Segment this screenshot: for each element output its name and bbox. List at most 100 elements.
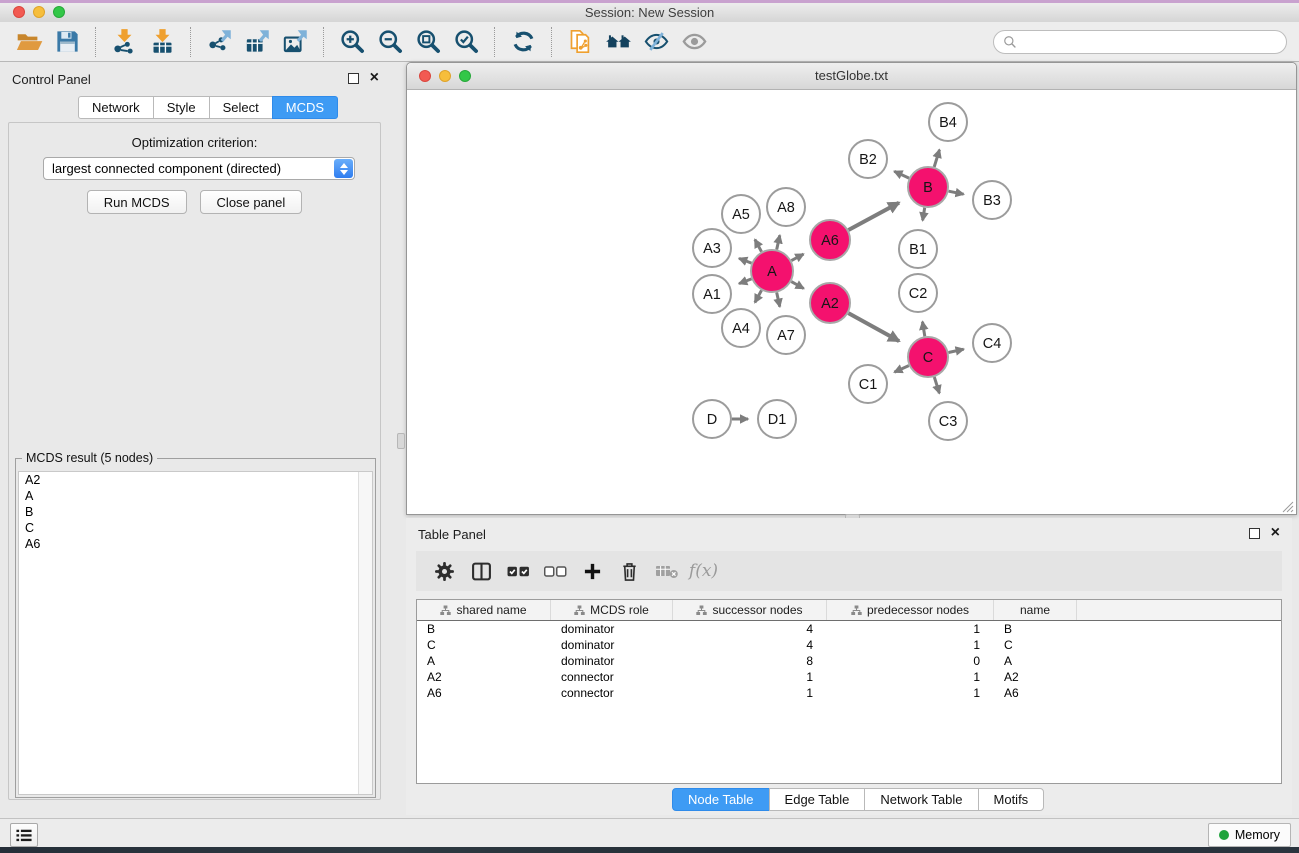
open-session-button[interactable] xyxy=(10,25,48,59)
mcds-result-item[interactable]: A xyxy=(19,488,372,504)
table-row[interactable]: Adominator80A xyxy=(417,653,1281,669)
table-settings-button[interactable] xyxy=(426,556,463,586)
cell-predecessor-nodes[interactable]: 1 xyxy=(827,669,994,685)
tab-select[interactable]: Select xyxy=(209,96,273,119)
network-canvas[interactable]: B4B2BB3A5A8A6A3B1AA1C2A2A4A7C4CC1C3DD1 xyxy=(407,90,1296,515)
cell-name[interactable]: B xyxy=(994,621,1077,637)
close-window-button[interactable] xyxy=(419,70,431,82)
export-image-button[interactable] xyxy=(276,25,314,59)
tab-motifs[interactable]: Motifs xyxy=(978,788,1045,811)
network-graph[interactable]: B4B2BB3A5A8A6A3B1AA1C2A2A4A7C4CC1C3DD1 xyxy=(407,90,1295,514)
cell-mcds-role[interactable]: connector xyxy=(551,669,673,685)
search-field[interactable] xyxy=(993,30,1287,54)
graph-edge-A-A8[interactable] xyxy=(777,235,780,249)
graph-node-A8[interactable]: A8 xyxy=(767,188,805,226)
vertical-split-handle[interactable] xyxy=(397,433,405,449)
tab-style[interactable]: Style xyxy=(153,96,210,119)
tab-edge-table[interactable]: Edge Table xyxy=(769,788,866,811)
graph-node-A5[interactable]: A5 xyxy=(722,195,760,233)
mcds-result-item[interactable]: A6 xyxy=(19,536,372,552)
cell-successor-nodes[interactable]: 1 xyxy=(673,685,827,701)
table-row[interactable]: A2connector11A2 xyxy=(417,669,1281,685)
graph-edge-A-A5[interactable] xyxy=(755,240,762,252)
cell-mcds-role[interactable]: dominator xyxy=(551,637,673,653)
deselect-all-columns-button[interactable] xyxy=(537,556,574,586)
export-table-button[interactable] xyxy=(238,25,276,59)
graph-edge-A-A1[interactable] xyxy=(739,279,751,284)
graph-node-D1[interactable]: D1 xyxy=(758,400,796,438)
close-panel-button-2[interactable]: Close panel xyxy=(200,190,303,214)
graph-edge-A-A3[interactable] xyxy=(739,258,751,263)
scrollbar-track[interactable] xyxy=(358,472,372,794)
import-table-button[interactable] xyxy=(143,25,181,59)
zoom-window-button[interactable] xyxy=(53,6,65,18)
tab-mcds[interactable]: MCDS xyxy=(272,96,338,119)
column-header-shared-name[interactable]: shared name xyxy=(417,600,551,620)
network-window-title-bar[interactable]: testGlobe.txt xyxy=(407,63,1296,90)
graph-node-B3[interactable]: B3 xyxy=(973,181,1011,219)
graph-edge-C-C3[interactable] xyxy=(934,377,939,393)
column-header-successor-nodes[interactable]: successor nodes xyxy=(673,600,827,620)
column-header-predecessor-nodes[interactable]: predecessor nodes xyxy=(827,600,994,620)
cell-name[interactable]: A2 xyxy=(994,669,1077,685)
graph-node-D[interactable]: D xyxy=(693,400,731,438)
zoom-in-button[interactable] xyxy=(333,25,371,59)
graph-node-B[interactable]: B xyxy=(908,167,948,207)
close-panel-button[interactable]: × xyxy=(370,71,379,85)
graph-node-B2[interactable]: B2 xyxy=(849,140,887,178)
tab-network-table[interactable]: Network Table xyxy=(864,788,978,811)
mcds-result-item[interactable]: B xyxy=(19,504,372,520)
cell-shared-name[interactable]: C xyxy=(417,637,551,653)
select-all-columns-button[interactable] xyxy=(500,556,537,586)
column-header-mcds-role[interactable]: MCDS role xyxy=(551,600,673,620)
table-row[interactable]: Cdominator41C xyxy=(417,637,1281,653)
task-history-button[interactable] xyxy=(10,823,38,847)
cell-predecessor-nodes[interactable]: 1 xyxy=(827,621,994,637)
cell-successor-nodes[interactable]: 4 xyxy=(673,621,827,637)
graph-node-A4[interactable]: A4 xyxy=(722,309,760,347)
split-table-button[interactable] xyxy=(463,556,500,586)
graph-node-A6[interactable]: A6 xyxy=(810,220,850,260)
graph-edge-B-B2[interactable] xyxy=(894,171,909,178)
graph-node-C1[interactable]: C1 xyxy=(849,365,887,403)
graph-edge-A-A4[interactable] xyxy=(755,290,762,302)
graph-edge-C-C2[interactable] xyxy=(923,322,925,337)
graph-node-A7[interactable]: A7 xyxy=(767,316,805,354)
column-header-name[interactable]: name xyxy=(994,600,1077,620)
cell-name[interactable]: A xyxy=(994,653,1077,669)
graph-edge-C-C1[interactable] xyxy=(894,366,908,373)
first-neighbors-button[interactable] xyxy=(599,25,637,59)
criterion-select[interactable]: largest connected component (directed) xyxy=(43,157,355,180)
cell-mcds-role[interactable]: dominator xyxy=(551,621,673,637)
cell-successor-nodes[interactable]: 4 xyxy=(673,637,827,653)
refresh-button[interactable] xyxy=(504,25,542,59)
graph-node-C3[interactable]: C3 xyxy=(929,402,967,440)
tab-node-table[interactable]: Node Table xyxy=(672,788,770,811)
search-input[interactable] xyxy=(1023,33,1277,50)
resize-grip[interactable] xyxy=(1282,501,1294,513)
cell-predecessor-nodes[interactable]: 0 xyxy=(827,653,994,669)
graph-node-A[interactable]: A xyxy=(751,250,793,292)
tab-network[interactable]: Network xyxy=(78,96,154,119)
graph-edge-A-A6[interactable] xyxy=(791,254,803,261)
graph-node-A2[interactable]: A2 xyxy=(810,283,850,323)
minimize-window-button[interactable] xyxy=(33,6,45,18)
mcds-result-item[interactable]: A2 xyxy=(19,472,372,488)
zoom-selected-button[interactable] xyxy=(447,25,485,59)
memory-button[interactable]: Memory xyxy=(1208,823,1291,847)
cell-successor-nodes[interactable]: 8 xyxy=(673,653,827,669)
table-row[interactable]: A6connector11A6 xyxy=(417,685,1281,701)
graph-node-C2[interactable]: C2 xyxy=(899,274,937,312)
cell-shared-name[interactable]: A2 xyxy=(417,669,551,685)
export-network-button[interactable] xyxy=(200,25,238,59)
cell-name[interactable]: A6 xyxy=(994,685,1077,701)
graph-node-B4[interactable]: B4 xyxy=(929,103,967,141)
close-window-button[interactable] xyxy=(13,6,25,18)
graph-node-A3[interactable]: A3 xyxy=(693,229,731,267)
cell-successor-nodes[interactable]: 1 xyxy=(673,669,827,685)
cell-shared-name[interactable]: A6 xyxy=(417,685,551,701)
minimize-window-button[interactable] xyxy=(439,70,451,82)
import-network-button[interactable] xyxy=(105,25,143,59)
graph-node-A1[interactable]: A1 xyxy=(693,275,731,313)
cell-mcds-role[interactable]: connector xyxy=(551,685,673,701)
